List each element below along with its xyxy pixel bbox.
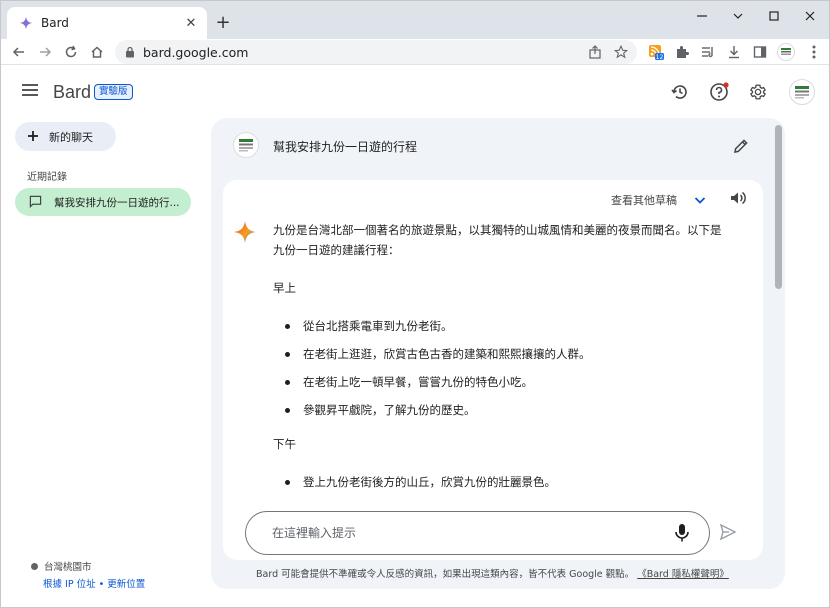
forward-icon[interactable] — [33, 40, 57, 64]
browser-toolbar: bard.google.com 12 — [1, 39, 829, 65]
user-prompt: 幫我安排九份一日遊的行程 — [211, 118, 785, 176]
disclaimer-text: Bard 可能會提供不準確或令人反感的資訊，如果出現這類內容，皆不代表 Goog… — [256, 566, 729, 580]
chat-bubble-icon — [29, 193, 42, 212]
list-item: 在老街上逛逛，欣賞古色古香的建築和熙熙攘攘的人群。 — [273, 344, 723, 364]
location-info: 台灣桃園市 根據 IP 位址 • 更新位置 — [31, 559, 145, 590]
scrollbar[interactable] — [775, 125, 782, 289]
privacy-notice-link[interactable]: 《Bard 隱私權聲明》 — [637, 569, 729, 580]
minimize-icon[interactable] — [684, 1, 720, 31]
list-item: 參觀昇平戲院，了解九份的歷史。 — [273, 400, 723, 420]
plus-icon — [27, 127, 39, 146]
bard-response-card: 查看其他草稿 九份是台灣北部一個著名的旅遊景點，以其獨特的山城風情和美麗的夜景而… — [223, 180, 763, 560]
help-icon[interactable] — [708, 81, 730, 103]
view-drafts-label: 查看其他草稿 — [611, 194, 677, 207]
share-icon[interactable] — [587, 44, 603, 60]
view-drafts-button[interactable]: 查看其他草稿 — [611, 192, 707, 208]
account-avatar[interactable] — [789, 79, 815, 105]
reading-list-icon[interactable] — [699, 43, 717, 61]
new-chat-label: 新的聊天 — [49, 130, 93, 144]
response-intro: 九份是台灣北部一個著名的旅遊景點，以其獨特的山城風情和美麗的夜景而聞名。以下是九… — [273, 223, 722, 257]
prompt-text: 幫我安排九份一日遊的行程 — [273, 140, 418, 154]
tab-strip: Bard ✕ + — [1, 1, 829, 39]
chevron-down-icon[interactable] — [720, 1, 756, 31]
more-vert-icon[interactable] — [805, 43, 823, 61]
bookmark-star-icon[interactable] — [613, 44, 629, 60]
prompt-input-box — [245, 511, 710, 555]
send-icon[interactable] — [719, 523, 739, 543]
profile-avatar-icon[interactable] — [777, 43, 795, 61]
chevron-down-icon — [693, 193, 707, 207]
list-item: 從台北搭乘電車到九份老街。 — [273, 316, 723, 336]
extensions-puzzle-icon[interactable] — [673, 43, 691, 61]
morning-heading: 早上 — [273, 281, 296, 295]
update-location-link[interactable]: 更新位置 — [107, 579, 145, 590]
new-tab-button[interactable]: + — [213, 12, 233, 33]
rss-extension-icon[interactable]: 12 — [647, 43, 665, 61]
extension-badge-count: 12 — [656, 54, 664, 60]
app-brand[interactable]: Bard — [53, 82, 91, 103]
home-icon[interactable] — [85, 40, 109, 64]
maximize-icon[interactable] — [756, 1, 792, 31]
list-item: 登上九份老街後方的山丘，欣賞九份的壯麗景色。 — [273, 472, 723, 492]
close-window-icon[interactable] — [792, 1, 828, 31]
download-icon[interactable] — [725, 43, 743, 61]
reload-icon[interactable] — [59, 40, 83, 64]
location-name: 台灣桃園市 — [44, 562, 92, 573]
afternoon-heading: 下午 — [273, 437, 296, 451]
history-icon[interactable] — [669, 81, 691, 103]
app-header: Bard 實驗版 — [1, 66, 829, 118]
microphone-icon[interactable] — [673, 523, 693, 543]
speaker-icon[interactable] — [729, 189, 749, 209]
location-separator: • — [95, 579, 108, 590]
side-panel-icon[interactable] — [751, 43, 769, 61]
disclaimer-body: Bard 可能會提供不準確或令人反感的資訊，如果出現這類內容，皆不代表 Goog… — [256, 569, 635, 580]
location-ip-link[interactable]: 根據 IP 位址 — [43, 579, 96, 590]
lock-icon — [125, 43, 135, 62]
back-icon[interactable] — [7, 40, 31, 64]
menu-icon[interactable] — [21, 82, 41, 102]
afternoon-list: 登上九份老街後方的山丘，欣賞九份的壯麗景色。 — [273, 472, 723, 492]
experiment-badge: 實驗版 — [94, 84, 133, 100]
new-chat-button[interactable]: 新的聊天 — [15, 122, 116, 151]
prompt-input[interactable] — [272, 526, 652, 540]
tab-close-icon[interactable]: ✕ — [183, 15, 199, 31]
location-dot-icon — [31, 562, 38, 570]
tab-bard[interactable]: Bard ✕ — [7, 7, 207, 39]
edit-pencil-icon[interactable] — [731, 136, 751, 156]
recent-chat-item[interactable]: 幫我安排九份一日遊的行... — [15, 188, 191, 216]
settings-gear-icon[interactable] — [747, 81, 769, 103]
user-avatar — [233, 132, 259, 158]
bard-sparkle-icon — [233, 220, 257, 244]
browser-window: Bard ✕ + bard.google.com 12 Bard 實驗版 新的聊… — [0, 0, 830, 608]
tab-title: Bard — [41, 16, 69, 30]
list-item: 在老街上吃一頓早餐，嘗嘗九份的特色小吃。 — [273, 372, 723, 392]
response-body: 九份是台灣北部一個著名的旅遊景點，以其獨特的山城風情和美麗的夜景而聞名。以下是九… — [273, 220, 723, 506]
address-bar[interactable]: bard.google.com — [115, 40, 637, 64]
recent-section-title: 近期記錄 — [27, 172, 67, 183]
morning-list: 從台北搭乘電車到九份老街。 在老街上逛逛，欣賞古色古香的建築和熙熙攘攘的人群。 … — [273, 316, 723, 420]
url-text: bard.google.com — [143, 44, 249, 60]
bard-sparkle-icon — [19, 16, 33, 30]
recent-chat-label: 幫我安排九份一日遊的行... — [54, 196, 180, 209]
